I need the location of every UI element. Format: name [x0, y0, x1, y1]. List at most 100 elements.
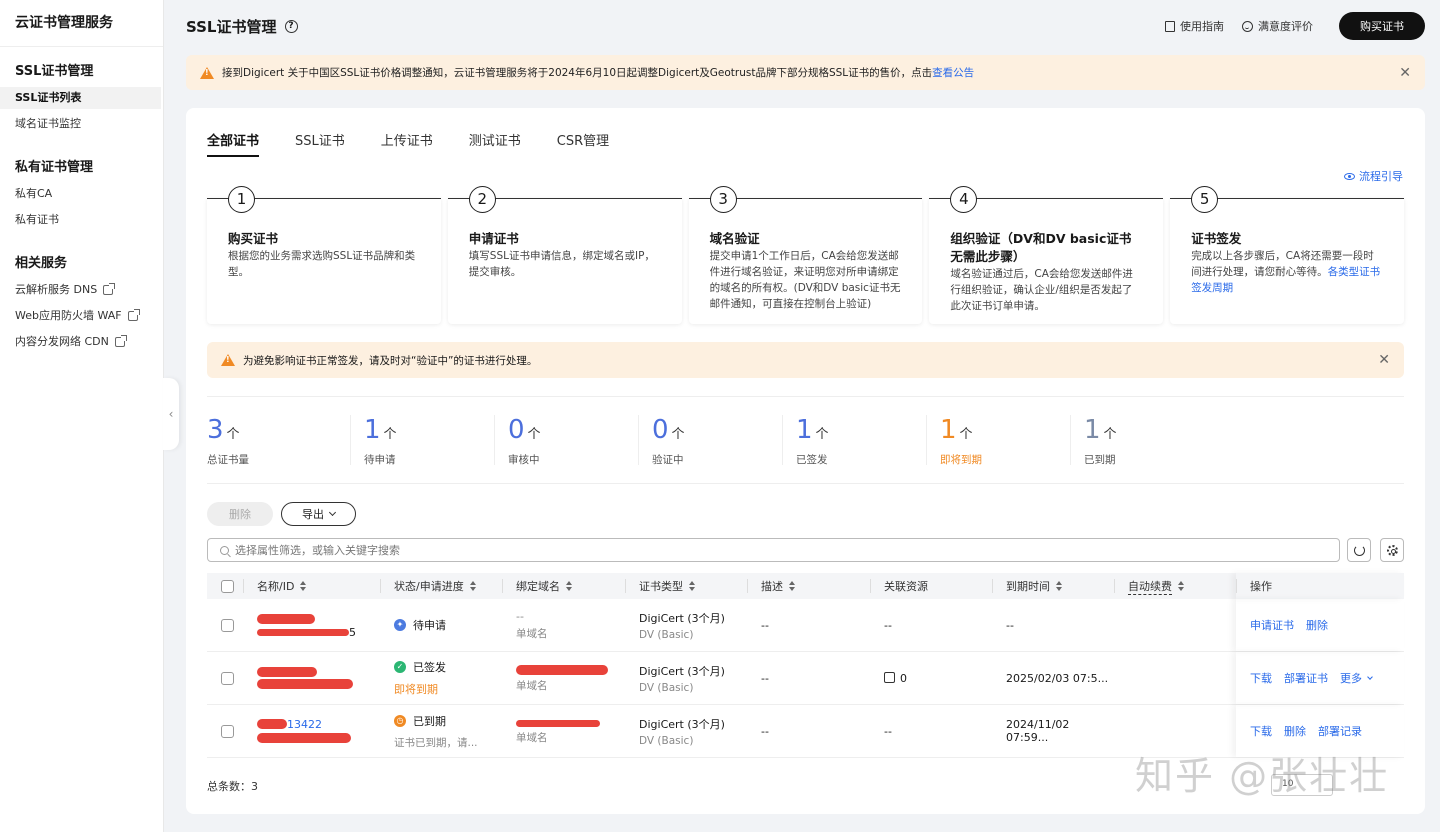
cert-subtype: DV (Basic) [639, 734, 694, 747]
redacted-name [257, 613, 315, 624]
stat-unit: 个 [527, 427, 541, 442]
cert-id-link[interactable]: 13422 [287, 718, 322, 731]
tab-upload[interactable]: 上传证书 [381, 130, 433, 157]
stat-value: 0 [652, 415, 669, 445]
stat-expired[interactable]: 1 个已到期 [1071, 415, 1215, 466]
row-checkbox[interactable] [221, 671, 234, 685]
sidebar-item-domain-monitor[interactable]: 域名证书监控 [0, 113, 163, 135]
row-checkbox[interactable] [221, 618, 234, 632]
gear-icon [1386, 544, 1398, 556]
stat-expiring[interactable]: 1 个即将到期 [927, 415, 1071, 466]
select-all-checkbox[interactable] [221, 579, 234, 593]
sidebar-item-ssl-list[interactable]: SSL证书列表 [0, 87, 161, 109]
step-number: 5 [1191, 186, 1219, 213]
view-notice-link[interactable]: 查看公告 [932, 65, 974, 80]
rating-link[interactable]: 满意度评价 [1242, 18, 1313, 34]
stat-verifying[interactable]: 0 个验证中 [639, 415, 783, 466]
status-cell: ✓ 已签发 即将到期 [380, 659, 502, 697]
col-type[interactable]: 证书类型 [625, 573, 747, 599]
sidebar-item-cdn[interactable]: 内容分发网络 CDN [0, 331, 163, 353]
delete-button[interactable]: 删除 [207, 502, 273, 526]
buy-certificate-button[interactable]: 购买证书 [1339, 12, 1425, 40]
sidebar-item-label: 内容分发网络 CDN [15, 335, 109, 348]
tab-csr[interactable]: CSR管理 [557, 130, 609, 157]
expire-cell: -- [1006, 618, 1014, 632]
sidebar-item-dns[interactable]: 云解析服务 DNS [0, 279, 163, 301]
sidebar-item-label: 私有证书 [15, 213, 59, 226]
tab-all[interactable]: 全部证书 [207, 130, 260, 157]
apply-cert-link[interactable]: 申请证书 [1250, 617, 1294, 633]
external-link-icon [114, 335, 127, 347]
select-all-cell [207, 573, 243, 599]
verify-alert: 为避免影响证书正常签发，请及时对“验证中”的证书进行处理。 ✕ [207, 342, 1404, 378]
step-title: 组织验证（DV和DV basic证书无需此步骤） [950, 231, 1132, 264]
row-checkbox[interactable] [221, 724, 234, 738]
pending-icon: ✦ [394, 619, 406, 631]
step-title: 申请证书 [468, 231, 519, 246]
stat-value: 3 [207, 415, 224, 445]
stat-value: 0 [508, 415, 525, 445]
deploy-record-link[interactable]: 部署记录 [1318, 723, 1362, 739]
sidebar-item-private-ca[interactable]: 私有CA [0, 183, 163, 205]
stat-reviewing[interactable]: 0 个审核中 [495, 415, 639, 466]
deploy-cert-link[interactable]: 部署证书 [1284, 670, 1328, 686]
page-title: SSL证书管理 [186, 17, 277, 36]
stat-pending[interactable]: 1 个待申请 [351, 415, 495, 466]
guide-link[interactable]: 使用指南 [1165, 18, 1224, 34]
stat-value: 1 [796, 415, 813, 445]
sort-icon [469, 581, 477, 591]
stat-label: 待申请 [364, 454, 396, 466]
help-icon[interactable]: ? [284, 19, 298, 33]
col-expire[interactable]: 到期时间 [992, 573, 1114, 599]
step-title: 域名验证 [709, 231, 760, 246]
col-label: 描述 [761, 580, 783, 593]
check-circle-icon: ✓ [394, 661, 406, 673]
col-desc[interactable]: 描述 [747, 573, 870, 599]
download-link[interactable]: 下载 [1250, 723, 1272, 739]
sort-icon [788, 581, 796, 591]
tab-test[interactable]: 测试证书 [469, 130, 521, 157]
sort-icon [565, 581, 573, 591]
domain-cell: -- 单域名 [502, 610, 625, 641]
export-button[interactable]: 导出 [281, 502, 356, 526]
step-desc: 域名验证通过后，CA会给您发送邮件进行组织验证，确认企业/组织是否发起了此次证书… [950, 268, 1133, 312]
expire-cell: 2024/11/02 07:59... [1006, 718, 1070, 744]
stat-total[interactable]: 3 个总证书量 [207, 415, 351, 466]
table-row: 5 ✦ 待申请 -- 单域名 DigiCert (3个月) DV (Basic) --… [207, 599, 1404, 652]
col-domain[interactable]: 绑定域名 [502, 573, 625, 599]
sidebar-collapse-button[interactable]: ‹ [163, 378, 179, 450]
col-label: 到期时间 [1006, 580, 1050, 593]
sidebar-item-private-cert[interactable]: 私有证书 [0, 209, 163, 231]
col-name[interactable]: 名称/ID [243, 573, 380, 599]
warning-icon [221, 354, 235, 366]
flow-guide-link[interactable]: 流程引导 [1344, 168, 1403, 184]
type-cell: DigiCert (3个月) DV (Basic) [625, 663, 747, 694]
col-auto-renew[interactable]: 自动续费 [1114, 573, 1236, 599]
col-status[interactable]: 状态/申请进度 [380, 573, 502, 599]
delete-link[interactable]: 删除 [1306, 617, 1328, 633]
stat-issued[interactable]: 1 个已签发 [783, 415, 927, 466]
sidebar-item-label: Web应用防火墙 WAF [15, 309, 122, 322]
step-domain-verify: 3 域名验证 提交申请1个工作日后，CA会给您发送邮件进行域名验证，来证明您对所… [688, 186, 923, 324]
sidebar-item-waf[interactable]: Web应用防火墙 WAF [0, 305, 163, 327]
step-number: 1 [228, 186, 255, 213]
redacted-name [257, 667, 317, 677]
export-label: 导出 [302, 508, 324, 521]
row-select-cell [207, 618, 243, 632]
tab-ssl[interactable]: SSL证书 [295, 130, 345, 157]
search-input[interactable]: 选择属性筛选，或输入关键字搜索 [207, 538, 1340, 562]
ops-cell: 申请证书 删除 [1236, 599, 1404, 651]
delete-link[interactable]: 删除 [1284, 723, 1306, 739]
chevron-down-icon [328, 508, 337, 517]
stat-label: 验证中 [652, 454, 684, 466]
bulk-actions: 删除 导出 [207, 502, 356, 526]
download-link[interactable]: 下载 [1250, 670, 1272, 686]
price-notice-banner: 接到Digicert 关于中国区SSL证书价格调整通知，云证书管理服务将于202… [186, 55, 1425, 90]
more-dropdown[interactable]: 更多 [1340, 670, 1373, 686]
refresh-button[interactable] [1347, 538, 1371, 562]
close-icon[interactable]: ✕ [1378, 353, 1390, 367]
settings-button[interactable] [1380, 538, 1404, 562]
close-icon[interactable]: ✕ [1399, 66, 1411, 80]
sidebar-item-label: 私有CA [15, 187, 53, 200]
step-desc: 提交申请1个工作日后，CA会给您发送邮件进行域名验证，来证明您对所申请绑定的域名… [709, 250, 901, 310]
